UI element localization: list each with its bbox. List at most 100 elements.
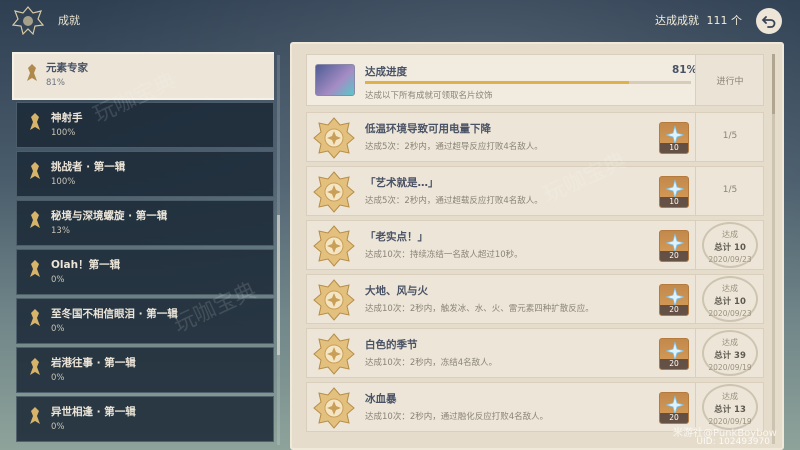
- primogem-reward[interactable]: 20: [659, 284, 689, 316]
- primogem-icon: [666, 396, 684, 414]
- achievement-name: 低温环境导致可用电量下降: [365, 123, 491, 135]
- sidebar-item-percent: 0%: [51, 422, 65, 432]
- completion-date: 2020/09/23: [708, 255, 752, 264]
- achievement-badge-icon: [30, 309, 40, 326]
- progress-summary: 达成进度 81% 达成以下所有成就可领取名片纹饰 进行中: [306, 54, 764, 106]
- sidebar-item-label: 神射手: [51, 112, 83, 124]
- achievement-row[interactable]: 低温环境导致可用电量下降 达成5次：2秒内，通过超导反应打败4名敌人。 10 1…: [306, 112, 764, 162]
- achievement-total-count: 111: [706, 14, 728, 27]
- stamp-label: 达成: [722, 392, 738, 401]
- stamp-total: 总计 13: [714, 405, 746, 415]
- sidebar-scroll-thumb[interactable]: [277, 215, 280, 355]
- achievement-badge-icon: [30, 260, 40, 277]
- stamp-label: 达成: [722, 284, 738, 293]
- achievement-name: 冰血暴: [365, 393, 397, 405]
- sidebar-item-percent: 100%: [51, 128, 76, 138]
- reward-count: 20: [660, 305, 688, 315]
- progress-bar-fill: [365, 81, 630, 84]
- back-button[interactable]: [756, 8, 782, 34]
- stamp-total: 总计 39: [714, 351, 746, 361]
- achievement-description: 达成10次：2秒内，冻结4名敌人。: [365, 358, 498, 368]
- achievement-badge-icon: [30, 113, 40, 130]
- reward-count: 10: [660, 197, 688, 207]
- primogem-icon: [666, 234, 684, 252]
- sidebar-item-domains-abyss[interactable]: 秘境与深境螺旋 · 第一辑 13%: [16, 200, 274, 246]
- achievement-panel: 达成进度 81% 达成以下所有成就可领取名片纹饰 进行中 低温环境导致可用电量下…: [290, 42, 784, 450]
- stamp-total: 总计 10: [714, 243, 746, 253]
- sidebar-item-percent: 13%: [51, 226, 70, 236]
- panel-scrollbar[interactable]: [772, 54, 775, 444]
- achievement-status-cell: 达成 总计 10 2020/09/23: [695, 221, 763, 269]
- achievement-name: 「艺术就是…」: [365, 177, 439, 189]
- primogem-reward[interactable]: 20: [659, 392, 689, 424]
- achievement-medal-icon: [313, 333, 355, 375]
- achievement-status-cell: 达成 总计 10 2020/09/23: [695, 275, 763, 323]
- top-bar: 成就 达成成就 111 个: [0, 0, 800, 42]
- achievement-row[interactable]: 「老实点！」 达成10次：持续冻结一名敌人超过10秒。 20 达成 总计 10 …: [306, 220, 764, 270]
- achievement-medal-icon: [313, 387, 355, 429]
- reward-count: 20: [660, 359, 688, 369]
- reward-count: 10: [660, 143, 688, 153]
- achievement-medal-icon: [313, 171, 355, 213]
- primogem-icon: [666, 342, 684, 360]
- panel-scroll-thumb[interactable]: [772, 54, 775, 114]
- achievement-medal-icon: [313, 117, 355, 159]
- achievement-status-cell: 1/5: [695, 113, 763, 161]
- achievement-row[interactable]: 大地、风与火 达成10次：2秒内，触发冰、水、火、雷元素四种扩散反应。 20 达…: [306, 274, 764, 324]
- achievement-total-unit: 个: [731, 14, 742, 27]
- primogem-reward[interactable]: 10: [659, 176, 689, 208]
- sidebar-item-label: 元素专家: [46, 62, 88, 74]
- primogem-icon: [666, 288, 684, 306]
- achievement-progress: 1/5: [722, 131, 738, 141]
- achievement-total-label: 达成成就: [655, 14, 699, 27]
- sidebar-item-challenger[interactable]: 挑战者 · 第一辑 100%: [16, 151, 274, 197]
- achievement-badge-icon: [27, 64, 37, 81]
- completion-date: 2020/09/23: [708, 309, 752, 318]
- progress-percent: 81%: [672, 64, 698, 76]
- stamp-label: 达成: [722, 230, 738, 239]
- progress-description: 达成以下所有成就可领取名片纹饰: [365, 91, 493, 101]
- primogem-icon: [666, 180, 684, 198]
- achievement-progress: 1/5: [722, 185, 738, 195]
- achievement-name: 白色的季节: [365, 339, 418, 351]
- primogem-icon: [666, 126, 684, 144]
- sidebar-item-label: 异世相逢 · 第一辑: [51, 406, 136, 418]
- sidebar-item-marksman[interactable]: 神射手 100%: [16, 102, 274, 148]
- sidebar-scrollbar[interactable]: [277, 55, 280, 445]
- stamp-total: 总计 10: [714, 297, 746, 307]
- sidebar-item-label: 挑战者 · 第一辑: [51, 161, 126, 173]
- progress-title: 达成进度: [365, 66, 407, 78]
- achievement-badge-icon: [30, 407, 40, 424]
- achievement-medal-icon: [313, 225, 355, 267]
- stamp-label: 达成: [722, 338, 738, 347]
- page-title: 成就: [58, 14, 80, 27]
- achievement-name: 「老实点！」: [365, 231, 428, 243]
- achievement-badge-icon: [30, 162, 40, 179]
- progress-state-cell: 进行中: [695, 55, 763, 105]
- achievement-row[interactable]: 「艺术就是…」 达成5次：2秒内，通过超载反应打败4名敌人。 10 1/5: [306, 166, 764, 216]
- achievement-description: 达成10次：2秒内，通过融化反应打败4名敌人。: [365, 412, 549, 422]
- primogem-reward[interactable]: 10: [659, 122, 689, 154]
- sidebar-item-percent: 0%: [51, 275, 65, 285]
- achievement-total: 达成成就 111 个: [655, 12, 742, 28]
- reward-count: 20: [660, 413, 688, 423]
- sidebar-item-label: 至冬国不相信眼泪 · 第一辑: [51, 308, 178, 320]
- sidebar-item-percent: 0%: [51, 324, 65, 334]
- completion-date: 2020/09/19: [708, 363, 752, 372]
- achievement-badge-icon: [30, 358, 40, 375]
- achievement-description: 达成5次：2秒内，通过超导反应打败4名敌人。: [365, 142, 543, 152]
- achievement-description: 达成10次：2秒内，触发冰、水、火、雷元素四种扩散反应。: [365, 304, 594, 314]
- primogem-reward[interactable]: 20: [659, 338, 689, 370]
- sidebar-item-label: 岩港往事 · 第一辑: [51, 357, 136, 369]
- sidebar-item-liyue-harbor[interactable]: 岩港往事 · 第一辑 0%: [16, 347, 274, 393]
- progress-state: 进行中: [716, 77, 744, 87]
- primogem-reward[interactable]: 20: [659, 230, 689, 262]
- sidebar-item-percent: 0%: [51, 373, 65, 383]
- achievement-list: 达成进度 81% 达成以下所有成就可领取名片纹饰 进行中 低温环境导致可用电量下…: [306, 54, 764, 450]
- sidebar-item-percent: 100%: [51, 177, 76, 187]
- achievement-emblem-icon: [10, 4, 46, 38]
- sidebar-item-otherworld[interactable]: 异世相逢 · 第一辑 0%: [16, 396, 274, 442]
- achievement-row[interactable]: 白色的季节 达成10次：2秒内，冻结4名敌人。 20 达成 总计 39 2020…: [306, 328, 764, 378]
- sidebar-item-label: 秘境与深境螺旋 · 第一辑: [51, 210, 168, 222]
- achievement-name: 大地、风与火: [365, 285, 428, 297]
